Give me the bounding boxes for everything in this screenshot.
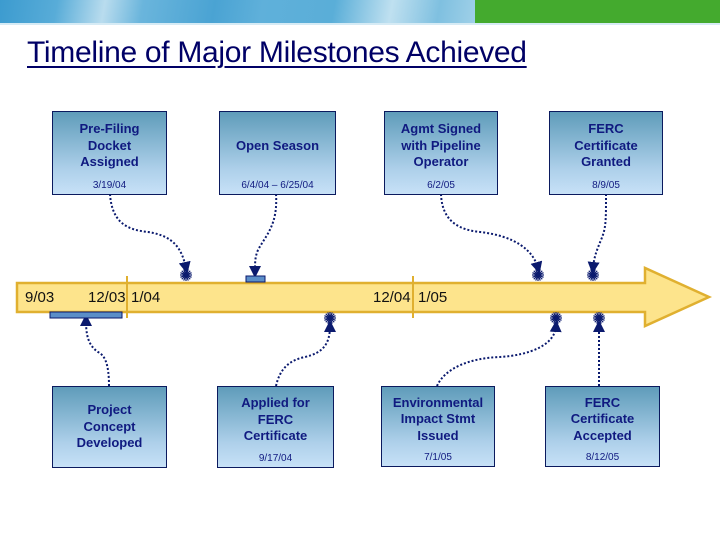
milestone-box-agmt-signed: Agmt Signed with Pipeline Operator 6/2/05 (384, 111, 498, 195)
milestone-label: Applied for FERC Certificate (241, 395, 310, 444)
axis-label-dec04: 12/04 (373, 289, 411, 306)
star-marker-agmt-signed (532, 269, 544, 281)
project-concept-marker-bar (49, 311, 123, 319)
milestone-box-ferc-accepted: FERC Certificate Accepted 8/12/05 (545, 386, 660, 467)
milestone-label: Project Concept Developed (76, 402, 143, 451)
milestone-label: FERC Certificate Granted (574, 121, 638, 170)
axis-label-jan05: 1/05 (418, 289, 448, 306)
milestone-date: 9/17/04 (258, 453, 293, 464)
star-marker-pre-filing (180, 269, 192, 281)
axis-label-jan04: 1/04 (131, 289, 161, 306)
connector-agmt-signed (440, 193, 543, 274)
star-marker-applied-ferc (324, 312, 336, 324)
connector-pre-filing (109, 193, 191, 274)
milestone-box-eis-issued: Environmental Impact Stmt Issued 7/1/05 (381, 386, 495, 467)
milestone-box-pre-filing: Pre-Filing Docket Assigned 3/19/04 (52, 111, 167, 195)
star-marker-ferc-granted (587, 269, 599, 281)
milestone-label: Pre-Filing Docket Assigned (79, 121, 140, 170)
milestone-date: 6/2/05 (427, 180, 455, 191)
milestone-date: 6/4/04 – 6/25/04 (241, 180, 314, 191)
milestone-label: Agmt Signed with Pipeline Operator (400, 121, 482, 170)
milestone-label: Environmental Impact Stmt Issued (392, 394, 484, 443)
milestone-label: FERC Certificate Accepted (570, 394, 635, 443)
axis-label-dec03: 12/03 (88, 289, 126, 306)
connector-eis-issued (436, 320, 562, 387)
milestone-date: 3/19/04 (92, 180, 127, 191)
milestone-label: Open Season (235, 137, 320, 153)
milestone-date: 8/9/05 (592, 180, 620, 191)
milestone-date: 8/12/05 (585, 452, 620, 463)
milestone-date: 7/1/05 (424, 452, 452, 463)
star-marker-ferc-accepted (593, 312, 605, 324)
star-marker-eis-issued (550, 312, 562, 324)
milestone-box-ferc-granted: FERC Certificate Granted 8/9/05 (549, 111, 663, 195)
connector-project-concept (80, 314, 110, 387)
milestone-box-open-season: Open Season 6/4/04 – 6/25/04 (219, 111, 336, 195)
milestone-box-applied-ferc: Applied for FERC Certificate 9/17/04 (217, 386, 334, 468)
connector-ferc-granted (587, 193, 607, 274)
open-season-marker-bar (245, 275, 266, 283)
axis-label-sep03: 9/03 (25, 289, 55, 306)
milestone-box-project-concept: Project Concept Developed (52, 386, 167, 468)
connector-open-season (249, 193, 278, 278)
connector-applied-ferc (275, 320, 336, 387)
